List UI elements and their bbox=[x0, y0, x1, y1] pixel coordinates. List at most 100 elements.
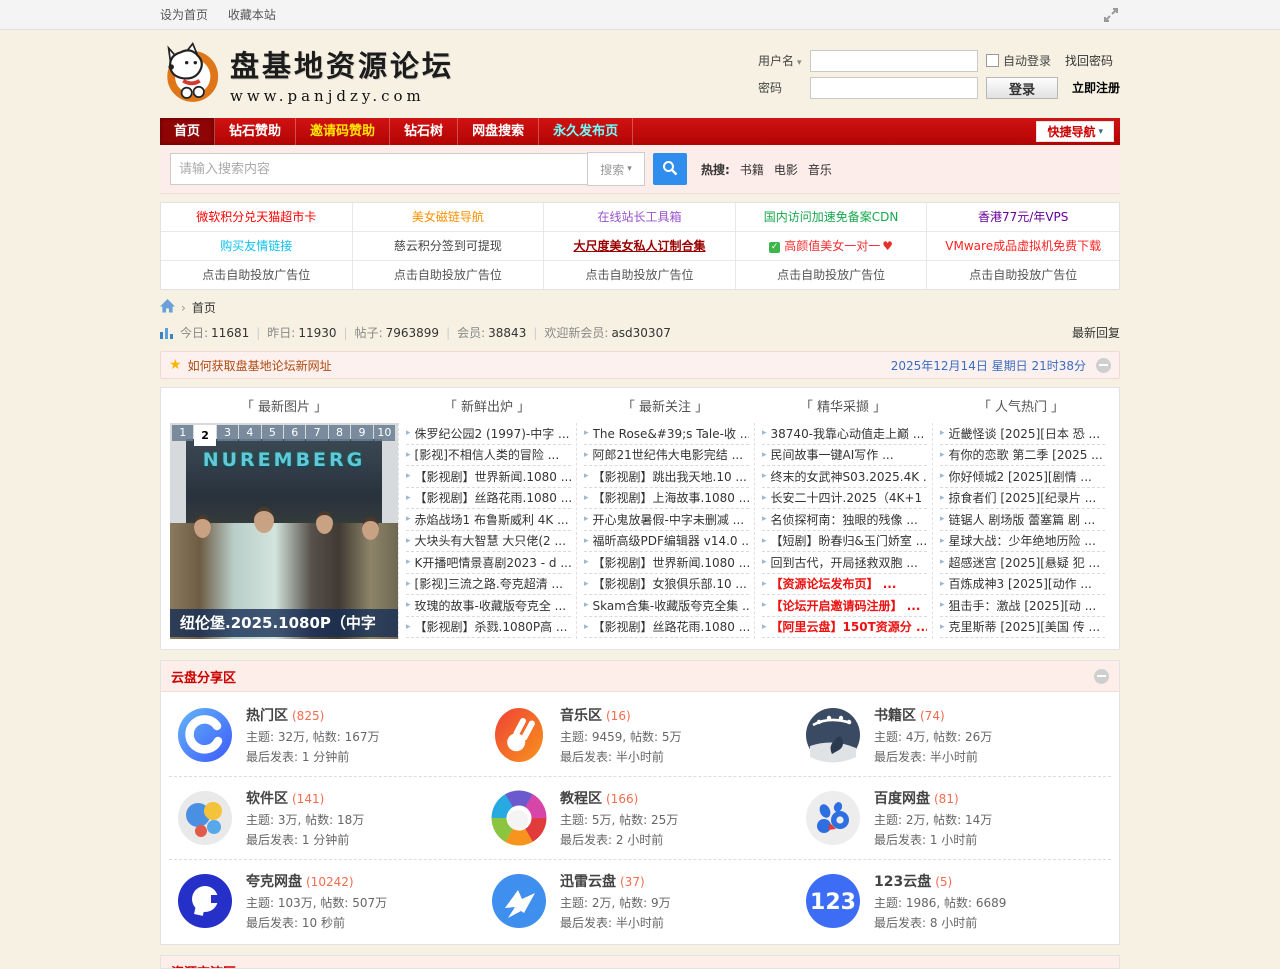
forum-name-link[interactable]: 软件区 bbox=[246, 791, 288, 807]
forum-name-link[interactable]: 音乐区 bbox=[560, 708, 602, 724]
list-item[interactable]: ▸The Rose&#39;s Tale-收 ... bbox=[584, 423, 749, 445]
ad-link-r2c2[interactable]: 慈云积分签到可提现 bbox=[353, 232, 545, 261]
ad-link-r2c5[interactable]: VMware成品虚拟机免费下载 bbox=[927, 232, 1119, 261]
image-slider[interactable]: 12345678910 NUREMBERG 纽伦堡.2025.1080P（中字 bbox=[170, 423, 398, 639]
software-icon[interactable] bbox=[177, 790, 233, 846]
login-button[interactable]: 登录 bbox=[986, 77, 1058, 99]
hot-keyword-3[interactable]: 音乐 bbox=[808, 163, 832, 177]
forum-name-link[interactable]: 百度网盘 bbox=[874, 791, 930, 807]
forum-card[interactable]: 音乐区(16)主题: 9459, 帖数: 5万最后发表: 半小时前 bbox=[483, 705, 797, 765]
nav-item-2[interactable]: 钻石赞助 bbox=[215, 118, 296, 145]
ad-link-r1c5[interactable]: 香港77元/年VPS bbox=[927, 203, 1119, 232]
forum-card[interactable]: 123123云盘(5)主题: 1986, 帖数: 6689最后发表: 8 小时前 bbox=[797, 871, 1111, 931]
list-item[interactable]: ▸长安二十四计.2025（4K+1 ... bbox=[762, 488, 927, 510]
hot-icon[interactable] bbox=[177, 707, 233, 763]
quick-nav-button[interactable]: 快捷导航▾ bbox=[1036, 121, 1114, 142]
forum-name-link[interactable]: 夸克网盘 bbox=[246, 874, 302, 890]
set-home-link[interactable]: 设为首页 bbox=[160, 8, 208, 22]
search-button[interactable] bbox=[653, 153, 687, 185]
list-item[interactable]: ▸【短剧】盼春归&玉门娇室 ... bbox=[762, 531, 927, 553]
forum-card[interactable]: 夸克网盘(10242)主题: 103万, 帖数: 507万最后发表: 10 秒前 bbox=[169, 871, 483, 931]
register-link[interactable]: 立即注册 bbox=[1072, 79, 1120, 96]
list-item[interactable]: ▸【影视剧】丝路花雨.1080 ... bbox=[406, 488, 571, 510]
nav-item-4[interactable]: 钻石树 bbox=[390, 118, 458, 145]
slider-tab-7[interactable]: 7 bbox=[306, 425, 327, 441]
list-item[interactable]: ▸玫瑰的故事-收藏版夸克全 ... bbox=[406, 595, 571, 617]
hot-keyword-2[interactable]: 电影 bbox=[774, 163, 798, 177]
ad-link-r1c3[interactable]: 在线站长工具箱 bbox=[544, 203, 736, 232]
forum-card[interactable]: 迅雷云盘(37)主题: 2万, 帖数: 9万最后发表: 半小时前 bbox=[483, 871, 797, 931]
list-item[interactable]: ▸K开播吧情景喜剧2023 - d ... bbox=[406, 552, 571, 574]
list-item[interactable]: ▸大块头有大智慧 大只佬(2 ... bbox=[406, 531, 571, 553]
list-item[interactable]: ▸【影视剧】世界新闻.1080 ... bbox=[406, 466, 571, 488]
list-item[interactable]: ▸【阿里云盘】150T资源分 ... bbox=[762, 617, 927, 639]
breadcrumb-home-link[interactable]: 首页 bbox=[192, 299, 216, 316]
xunlei-icon[interactable] bbox=[491, 873, 547, 929]
list-item[interactable]: ▸百炼成神3 [2025][动作 ... bbox=[940, 574, 1105, 596]
list-item[interactable]: ▸你好倾城2 [2025][剧情 ... bbox=[940, 466, 1105, 488]
forum-card[interactable]: 教程区(166)主题: 5万, 帖数: 25万最后发表: 2 小时前 bbox=[483, 788, 797, 848]
list-item[interactable]: ▸民间故事一键AI写作 ... bbox=[762, 445, 927, 467]
latest-reply-link[interactable]: 最新回复 bbox=[1072, 324, 1120, 341]
list-item[interactable]: ▸【资源论坛发布页】 ... bbox=[762, 574, 927, 596]
ad-link-r2c3[interactable]: 大尺度美女私人订制合集 bbox=[544, 232, 736, 261]
list-item[interactable]: ▸星球大战：少年绝地历险 ... bbox=[940, 531, 1105, 553]
search-input[interactable] bbox=[170, 153, 587, 185]
list-item[interactable]: ▸开心鬼放暑假-中字未删减 ... bbox=[584, 509, 749, 531]
announcement-link[interactable]: 如何获取盘基地论坛新网址 bbox=[188, 357, 332, 374]
ad-link-r3c3[interactable]: 点击自助投放广告位 bbox=[544, 261, 736, 289]
ad-link-r3c2[interactable]: 点击自助投放广告位 bbox=[353, 261, 545, 289]
list-item[interactable]: ▸赤焰战场1 布鲁斯威利 4K ... bbox=[406, 509, 571, 531]
forum-card[interactable]: 百度网盘(81)主题: 2万, 帖数: 14万最后发表: 1 小时前 bbox=[797, 788, 1111, 848]
tutorial-icon[interactable] bbox=[491, 790, 547, 846]
forum-name-link[interactable]: 123云盘 bbox=[874, 874, 931, 890]
list-item[interactable]: ▸【论坛开启邀请码注册】 ... bbox=[762, 595, 927, 617]
home-icon[interactable] bbox=[160, 299, 175, 316]
section-title[interactable]: 资源交流区 bbox=[171, 962, 236, 969]
list-item[interactable]: ▸阿郎21世纪伟大电影完结 ... bbox=[584, 445, 749, 467]
ad-link-r3c4[interactable]: 点击自助投放广告位 bbox=[736, 261, 928, 289]
password-input[interactable] bbox=[810, 77, 978, 99]
list-item[interactable]: ▸掠食者们 [2025][纪录片 ... bbox=[940, 488, 1105, 510]
slider-tab-10[interactable]: 10 bbox=[374, 425, 395, 441]
baidu-icon[interactable] bbox=[805, 790, 861, 846]
list-item[interactable]: ▸链锯人 剧场版 蕾塞篇 剧 ... bbox=[940, 509, 1105, 531]
ad-link-r1c4[interactable]: 国内访问加速免备案CDN bbox=[736, 203, 928, 232]
pan123-icon[interactable]: 123 bbox=[805, 873, 861, 929]
list-item[interactable]: ▸【影视剧】跳出我天地.10 ... bbox=[584, 466, 749, 488]
section-title[interactable]: 云盘分享区 bbox=[171, 667, 236, 686]
forum-name-link[interactable]: 迅雷云盘 bbox=[560, 874, 616, 890]
nav-item-3[interactable]: 邀请码赞助 bbox=[296, 118, 390, 145]
forgot-password-link[interactable]: 找回密码 bbox=[1065, 52, 1113, 69]
slider-tab-4[interactable]: 4 bbox=[239, 425, 260, 441]
list-item[interactable]: ▸超感迷宫 [2025][悬疑 犯 ... bbox=[940, 552, 1105, 574]
book-icon[interactable] bbox=[805, 707, 861, 763]
music-icon[interactable] bbox=[491, 707, 547, 763]
nav-item-1[interactable]: 首页 bbox=[160, 118, 215, 145]
list-item[interactable]: ▸福昕高级PDF编辑器 v14.0 ... bbox=[584, 531, 749, 553]
ad-link-r1c2[interactable]: 美女磁链导航 bbox=[353, 203, 545, 232]
forum-card[interactable]: 软件区(141)主题: 3万, 帖数: 18万最后发表: 1 分钟前 bbox=[169, 788, 483, 848]
ad-link-r2c4[interactable]: ✓高颜值美女一对一♥ bbox=[736, 232, 928, 261]
bookmark-link[interactable]: 收藏本站 bbox=[228, 8, 276, 22]
auto-login-checkbox[interactable]: 自动登录 bbox=[986, 52, 1051, 69]
slider-tab-5[interactable]: 5 bbox=[262, 425, 283, 441]
forum-name-link[interactable]: 教程区 bbox=[560, 791, 602, 807]
list-item[interactable]: ▸终末的女武神S03.2025.4K ... bbox=[762, 466, 927, 488]
list-item[interactable]: ▸[影视]三流之路.夸克超清 ... bbox=[406, 574, 571, 596]
list-item[interactable]: ▸【影视剧】杀戮.1080P高 ... bbox=[406, 617, 571, 639]
ad-link-r3c1[interactable]: 点击自助投放广告位 bbox=[161, 261, 353, 289]
hot-keyword-1[interactable]: 书籍 bbox=[740, 163, 764, 177]
ad-link-r1c1[interactable]: 微软积分兑天猫超市卡 bbox=[161, 203, 353, 232]
list-item[interactable]: ▸[影视]不相信人类的冒险 ... bbox=[406, 445, 571, 467]
slider-tab-8[interactable]: 8 bbox=[329, 425, 350, 441]
forum-card[interactable]: 热门区(825)主题: 32万, 帖数: 167万最后发表: 1 分钟前 bbox=[169, 705, 483, 765]
list-item[interactable]: ▸有你的恋歌 第二季 [2025 ... bbox=[940, 445, 1105, 467]
list-item[interactable]: ▸【影视剧】女狼俱乐部.10 ... bbox=[584, 574, 749, 596]
list-item[interactable]: ▸侏罗纪公园2 (1997)-中字 ... bbox=[406, 423, 571, 445]
forum-card[interactable]: 书籍区(74)主题: 4万, 帖数: 26万最后发表: 半小时前 bbox=[797, 705, 1111, 765]
ad-link-r3c5[interactable]: 点击自助投放广告位 bbox=[927, 261, 1119, 289]
checkbox-icon[interactable] bbox=[986, 54, 999, 67]
list-item[interactable]: ▸Skam合集-收藏版夸克全集 ... bbox=[584, 595, 749, 617]
forum-name-link[interactable]: 书籍区 bbox=[874, 708, 916, 724]
